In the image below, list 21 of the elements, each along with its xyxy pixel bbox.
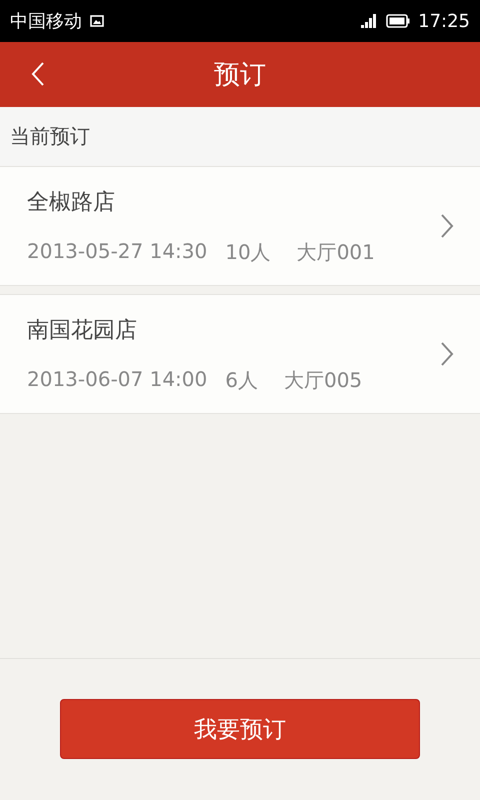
chevron-right-icon <box>440 213 454 239</box>
back-icon[interactable] <box>30 61 46 87</box>
reservation-item[interactable]: 全椒路店 2013-05-27 14:30 10人 大厅001 <box>0 167 480 286</box>
table-name: 大厅001 <box>296 238 375 266</box>
reservation-datetime: 2013-05-27 14:30 <box>27 238 208 264</box>
battery-icon <box>386 14 410 28</box>
clock-time: 17:25 <box>418 10 470 32</box>
carrier-name: 中国移动 <box>10 10 82 33</box>
image-icon <box>90 15 104 27</box>
reserve-button[interactable]: 我要预订 <box>60 699 420 759</box>
section-label: 当前预订 <box>10 123 90 150</box>
chevron-right-icon <box>440 341 454 367</box>
table-name: 大厅005 <box>284 366 362 394</box>
signal-icon <box>360 14 378 28</box>
party-size: 10人 <box>225 238 271 266</box>
store-name: 南国花园店 <box>27 316 138 344</box>
party-size: 6人 <box>225 366 258 394</box>
page-title: 预订 <box>214 59 266 92</box>
store-name: 全椒路店 <box>27 188 116 216</box>
reservation-datetime: 2013-06-07 14:00 <box>27 366 208 392</box>
reservation-item[interactable]: 南国花园店 2013-06-07 14:00 6人 大厅005 <box>0 294 480 414</box>
